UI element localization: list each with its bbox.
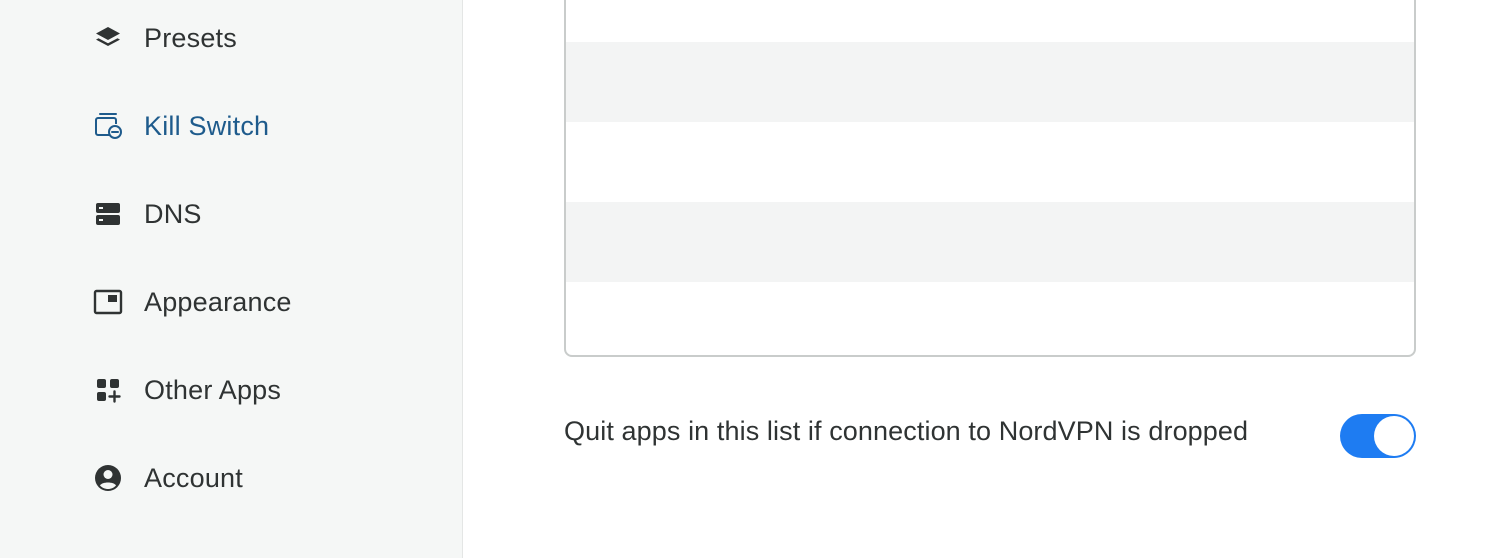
kill-switch-icon (92, 110, 124, 142)
sidebar-item-other-apps[interactable]: Other Apps (92, 366, 432, 414)
list-item[interactable] (566, 122, 1414, 202)
list-item[interactable] (566, 282, 1414, 355)
list-item[interactable] (566, 202, 1414, 282)
quit-apps-label: Quit apps in this list if connection to … (564, 416, 1249, 446)
sidebar-item-label: Presets (144, 22, 237, 53)
sidebar-item-label: Kill Switch (144, 110, 270, 141)
sidebar-item-appearance[interactable]: Appearance (92, 278, 432, 326)
apps-add-icon (92, 374, 124, 406)
user-circle-icon (92, 462, 124, 494)
server-icon (92, 198, 124, 230)
window-icon (92, 286, 124, 318)
list-item[interactable] (566, 42, 1414, 122)
sidebar: Presets Kill Switch DNS Appearance Other… (0, 0, 463, 558)
sidebar-item-kill-switch[interactable]: Kill Switch (92, 102, 432, 150)
layers-icon (92, 22, 124, 54)
quit-apps-toggle[interactable] (1340, 414, 1416, 458)
sidebar-item-label: DNS (144, 198, 202, 229)
app-list[interactable] (564, 0, 1416, 357)
sidebar-item-label: Other Apps (144, 374, 282, 405)
sidebar-item-label: Appearance (144, 286, 292, 317)
sidebar-item-label: Account (144, 462, 243, 493)
kill-switch-panel: Quit apps in this list if connection to … (463, 0, 1512, 558)
list-item[interactable] (566, 0, 1414, 42)
sidebar-item-dns[interactable]: DNS (92, 190, 432, 238)
sidebar-item-account[interactable]: Account (92, 454, 432, 502)
toggle-knob (1374, 416, 1414, 456)
preferences-window: Presets Kill Switch DNS Appearance Other… (0, 0, 1512, 558)
sidebar-item-presets[interactable]: Presets (92, 14, 432, 62)
